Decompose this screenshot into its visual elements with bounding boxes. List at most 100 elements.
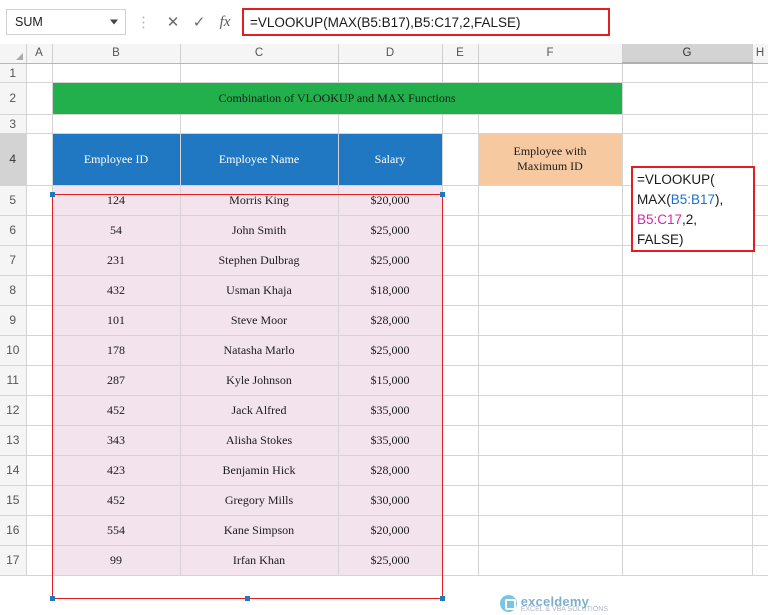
row-header-15[interactable]: 15 — [0, 485, 27, 516]
cell-H9[interactable] — [752, 305, 768, 336]
cell-G11[interactable] — [622, 365, 753, 396]
cell-D12[interactable]: $35,000 — [338, 395, 443, 426]
formula-input-container[interactable] — [242, 8, 610, 36]
cell-A6[interactable] — [26, 215, 53, 246]
cell-F7[interactable] — [478, 245, 623, 276]
cell-D7[interactable]: $25,000 — [338, 245, 443, 276]
cell-D8[interactable]: $18,000 — [338, 275, 443, 306]
row-header-2[interactable]: 2 — [0, 82, 27, 115]
cell-G10[interactable] — [622, 335, 753, 366]
cell-F14[interactable] — [478, 455, 623, 486]
cell-C8[interactable]: Usman Khaja — [180, 275, 339, 306]
cell-A7[interactable] — [26, 245, 53, 276]
cell-A8[interactable] — [26, 275, 53, 306]
row-header-10[interactable]: 10 — [0, 335, 27, 366]
cell-A15[interactable] — [26, 485, 53, 516]
cell-D5[interactable]: $20,000 — [338, 185, 443, 216]
cell-D9[interactable]: $28,000 — [338, 305, 443, 336]
column-header-E[interactable]: E — [442, 44, 479, 64]
row-header-3[interactable]: 3 — [0, 114, 27, 134]
cell-A12[interactable] — [26, 395, 53, 426]
cell-A14[interactable] — [26, 455, 53, 486]
cell-D14[interactable]: $28,000 — [338, 455, 443, 486]
cell-A10[interactable] — [26, 335, 53, 366]
cell-A17[interactable] — [26, 545, 53, 576]
cell-H17[interactable] — [752, 545, 768, 576]
cell-A16[interactable] — [26, 515, 53, 546]
cancel-icon[interactable]: ✕ — [160, 9, 186, 35]
column-header-F[interactable]: F — [478, 44, 623, 64]
header-employee-name[interactable]: Employee Name — [180, 133, 339, 186]
cell-D3[interactable] — [338, 114, 443, 134]
row-header-13[interactable]: 13 — [0, 425, 27, 456]
row-header-1[interactable]: 1 — [0, 63, 27, 83]
cell-C3[interactable] — [180, 114, 339, 134]
name-box[interactable]: SUM — [6, 9, 126, 35]
row-header-14[interactable]: 14 — [0, 455, 27, 486]
cell-E10[interactable] — [442, 335, 479, 366]
cell-F16[interactable] — [478, 515, 623, 546]
row-header-8[interactable]: 8 — [0, 275, 27, 306]
cell-F13[interactable] — [478, 425, 623, 456]
cell-D16[interactable]: $20,000 — [338, 515, 443, 546]
cell-D17[interactable]: $25,000 — [338, 545, 443, 576]
spreadsheet-grid[interactable]: A B C D E F G H 1 2 Combination of VLOOK… — [0, 44, 768, 601]
cell-A11[interactable] — [26, 365, 53, 396]
cell-G3[interactable] — [622, 114, 753, 134]
cell-C15[interactable]: Gregory Mills — [180, 485, 339, 516]
cell-E1[interactable] — [442, 63, 479, 83]
title-banner[interactable]: Combination of VLOOKUP and MAX Functions — [51, 81, 623, 115]
cell-B3[interactable] — [52, 114, 181, 134]
cell-E4[interactable] — [442, 133, 479, 186]
cell-F5[interactable] — [478, 185, 623, 216]
cell-B8[interactable]: 432 — [52, 275, 181, 306]
cell-E11[interactable] — [442, 365, 479, 396]
cell-E12[interactable] — [442, 395, 479, 426]
cell-B17[interactable]: 99 — [52, 545, 181, 576]
select-all-corner[interactable] — [0, 44, 27, 64]
cell-E5[interactable] — [442, 185, 479, 216]
cell-A3[interactable] — [26, 114, 53, 134]
cell-B14[interactable]: 423 — [52, 455, 181, 486]
cell-B11[interactable]: 287 — [52, 365, 181, 396]
row-header-9[interactable]: 9 — [0, 305, 27, 336]
cell-E15[interactable] — [442, 485, 479, 516]
sheet-table[interactable]: A B C D E F G H 1 2 Combination of VLOOK… — [0, 44, 768, 576]
cell-H8[interactable] — [752, 275, 768, 306]
cell-C10[interactable]: Natasha Marlo — [180, 335, 339, 366]
cell-B6[interactable]: 54 — [52, 215, 181, 246]
cell-H1[interactable] — [752, 63, 768, 83]
cell-C12[interactable]: Jack Alfred — [180, 395, 339, 426]
cell-D15[interactable]: $30,000 — [338, 485, 443, 516]
cell-B5[interactable]: 124 — [52, 185, 181, 216]
cell-C11[interactable]: Kyle Johnson — [180, 365, 339, 396]
cell-C13[interactable]: Alisha Stokes — [180, 425, 339, 456]
cell-B7[interactable]: 231 — [52, 245, 181, 276]
cell-G17[interactable] — [622, 545, 753, 576]
column-header-D[interactable]: D — [338, 44, 443, 64]
cell-F17[interactable] — [478, 545, 623, 576]
cell-B16[interactable]: 554 — [52, 515, 181, 546]
row-header-5[interactable]: 5 — [0, 185, 27, 216]
cell-H14[interactable] — [752, 455, 768, 486]
cell-F3[interactable] — [478, 114, 623, 134]
cell-C7[interactable]: Stephen Dulbrag — [180, 245, 339, 276]
cell-D11[interactable]: $15,000 — [338, 365, 443, 396]
cell-B10[interactable]: 178 — [52, 335, 181, 366]
cell-C9[interactable]: Steve Moor — [180, 305, 339, 336]
row-header-6[interactable]: 6 — [0, 215, 27, 246]
cell-F12[interactable] — [478, 395, 623, 426]
cell-D6[interactable]: $25,000 — [338, 215, 443, 246]
cell-G2[interactable] — [622, 82, 753, 115]
column-header-A[interactable]: A — [26, 44, 53, 64]
cell-A4[interactable] — [26, 133, 53, 186]
cell-C6[interactable]: John Smith — [180, 215, 339, 246]
row-header-12[interactable]: 12 — [0, 395, 27, 426]
cell-E8[interactable] — [442, 275, 479, 306]
cell-G16[interactable] — [622, 515, 753, 546]
row-header-16[interactable]: 16 — [0, 515, 27, 546]
cell-B12[interactable]: 452 — [52, 395, 181, 426]
cell-G15[interactable] — [622, 485, 753, 516]
header-employee-id[interactable]: Employee ID — [52, 133, 181, 186]
cell-A1[interactable] — [26, 63, 53, 83]
